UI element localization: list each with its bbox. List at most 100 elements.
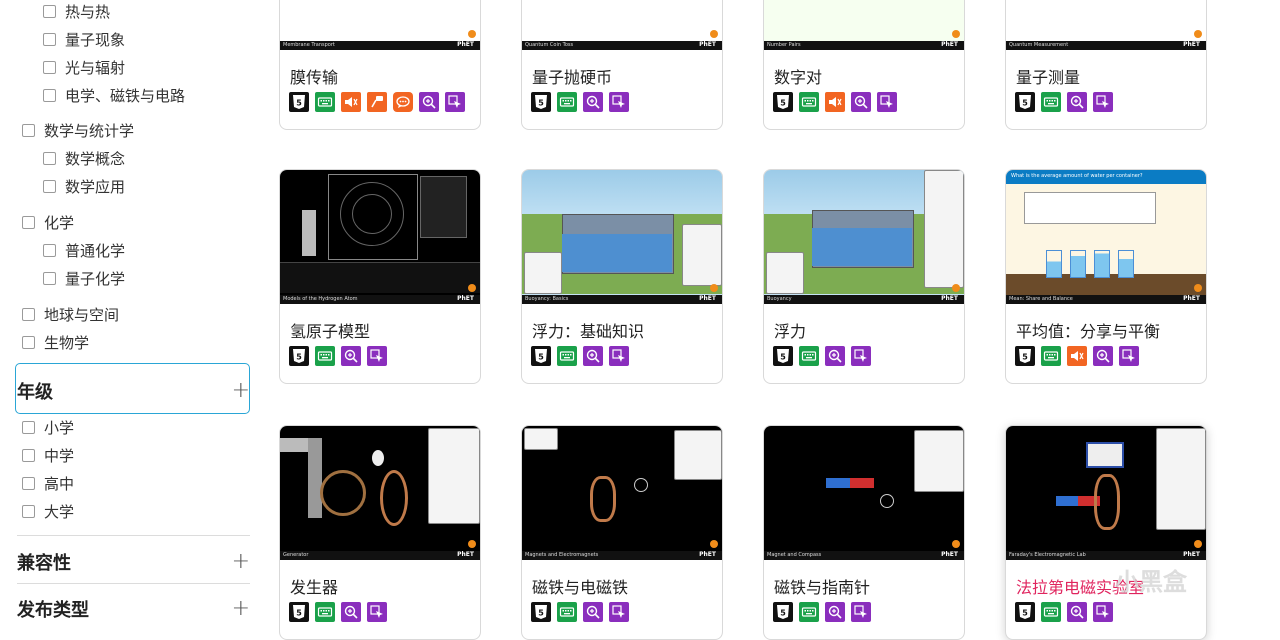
simulation-card[interactable]: Buoyancy PhET 浮力 5 xyxy=(763,169,965,384)
keyboard-icon xyxy=(557,346,577,366)
filter-grade-university[interactable]: 大学 xyxy=(22,500,74,522)
checkbox[interactable] xyxy=(22,335,35,349)
simulation-card[interactable]: Number Pairs PhET 数字对 5 xyxy=(763,0,965,130)
checkbox[interactable] xyxy=(43,243,56,257)
checkbox[interactable] xyxy=(22,504,35,518)
svg-text:5: 5 xyxy=(780,99,786,108)
filter-math-concepts[interactable]: 数学概念 xyxy=(43,147,125,169)
simulation-thumbnail[interactable]: Quantum Coin Toss PhET xyxy=(522,0,722,50)
card-title[interactable]: 氢原子模型 xyxy=(290,318,370,342)
html5-icon: 5 xyxy=(289,92,309,112)
grade-toggle[interactable]: 年级 + xyxy=(17,378,250,404)
checkbox[interactable] xyxy=(43,151,56,165)
checkbox[interactable] xyxy=(43,179,56,193)
checkbox[interactable] xyxy=(22,123,35,137)
play-icon xyxy=(952,30,960,38)
phet-logo: PhET xyxy=(457,551,474,558)
simulation-thumbnail[interactable]: What is the average amount of water per … xyxy=(1006,170,1206,304)
card-title[interactable]: 磁铁与指南针 xyxy=(774,574,870,598)
keyboard-icon xyxy=(799,92,819,112)
simulation-thumbnail[interactable]: Buoyancy PhET xyxy=(764,170,964,304)
html5-icon: 5 xyxy=(531,602,551,622)
plus-icon[interactable]: + xyxy=(232,598,250,620)
simulation-thumbnail[interactable]: Number Pairs PhET xyxy=(764,0,964,50)
filter-general-chemistry[interactable]: 普通化学 xyxy=(43,239,125,261)
sim-navbar: Faraday's Electromagnetic Lab PhET xyxy=(1006,551,1206,560)
simulation-card[interactable]: Quantum Coin Toss PhET 量子抛硬币 5 xyxy=(521,0,723,130)
simulation-card[interactable]: Quantum Measurement PhET 量子测量 5 xyxy=(1005,0,1207,130)
simulation-card[interactable]: Magnet and Compass PhET 磁铁与指南针 5 xyxy=(763,425,965,640)
sim-name: Magnets and Electromagnets xyxy=(525,552,599,558)
card-title[interactable]: 浮力：基础知识 xyxy=(532,318,644,342)
checkbox[interactable] xyxy=(22,448,35,462)
simulation-thumbnail[interactable]: Buoyancy: Basics PhET xyxy=(522,170,722,304)
simulation-card[interactable]: Magnets and Electromagnets PhET 磁铁与电磁铁 5 xyxy=(521,425,723,640)
filter-grade-middle[interactable]: 中学 xyxy=(22,444,74,466)
simulation-card[interactable]: Generator PhET 发生器 5 xyxy=(279,425,481,640)
simulation-thumbnail[interactable]: Magnets and Electromagnets PhET xyxy=(522,426,722,560)
filter-biology[interactable]: 生物学 xyxy=(22,331,89,353)
filter-earth-space[interactable]: 地球与空间 xyxy=(22,303,119,325)
filter-electricity[interactable]: 电学、磁铁与电路 xyxy=(43,84,185,106)
simulation-thumbnail[interactable]: Membrane Transport PhET xyxy=(280,0,480,50)
simulation-card[interactable]: Buoyancy: Basics PhET 浮力：基础知识 5 xyxy=(521,169,723,384)
checkbox[interactable] xyxy=(43,32,56,46)
simulation-card[interactable]: Faraday's Electromagnetic Lab PhET 法拉第电磁… xyxy=(1005,425,1207,640)
zoom-icon xyxy=(583,602,603,622)
simulation-thumbnail[interactable]: Magnet and Compass PhET xyxy=(764,426,964,560)
keyboard-icon xyxy=(557,602,577,622)
phet-logo: PhET xyxy=(699,41,716,48)
card-title[interactable]: 磁铁与电磁铁 xyxy=(532,574,628,598)
simulation-thumbnail[interactable]: Generator PhET xyxy=(280,426,480,560)
zoom-icon xyxy=(341,602,361,622)
compatibility-toggle[interactable]: 兼容性 + xyxy=(17,549,250,575)
phet-logo: PhET xyxy=(457,295,474,302)
release-type-toggle[interactable]: 发布类型 + xyxy=(17,596,250,622)
sim-navbar: Mean: Share and Balance PhET xyxy=(1006,295,1206,304)
simulation-thumbnail[interactable]: Models of the Hydrogen Atom PhET xyxy=(280,170,480,304)
checkbox[interactable] xyxy=(43,60,56,74)
checkbox[interactable] xyxy=(22,215,35,229)
filter-math-applications[interactable]: 数学应用 xyxy=(43,175,125,197)
simulation-card[interactable]: Membrane Transport PhET 膜传输 5 xyxy=(279,0,481,130)
sim-name: Magnet and Compass xyxy=(767,552,822,558)
phet-logo: PhET xyxy=(1183,551,1200,558)
filter-quantum-phenomena[interactable]: 量子现象 xyxy=(43,28,125,50)
card-title[interactable]: 数字对 xyxy=(774,64,822,88)
checkbox[interactable] xyxy=(22,307,35,321)
sim-navbar: Buoyancy: Basics PhET xyxy=(522,295,722,304)
filter-chemistry[interactable]: 化学 xyxy=(22,211,74,233)
plus-icon[interactable]: + xyxy=(232,551,250,573)
filter-grade-high[interactable]: 高中 xyxy=(22,472,74,494)
card-title[interactable]: 膜传输 xyxy=(290,64,338,88)
card-title[interactable]: 量子抛硬币 xyxy=(532,64,612,88)
card-title[interactable]: 浮力 xyxy=(774,318,806,342)
simulation-card[interactable]: What is the average amount of water per … xyxy=(1005,169,1207,384)
checkbox[interactable] xyxy=(22,420,35,434)
card-title[interactable]: 发生器 xyxy=(290,574,338,598)
simulation-thumbnail[interactable]: Faraday's Electromagnetic Lab PhET xyxy=(1006,426,1206,560)
filter-light-radiation[interactable]: 光与辐射 xyxy=(43,56,125,78)
sim-navbar: Quantum Coin Toss PhET xyxy=(522,41,722,50)
release-type-title: 发布类型 xyxy=(17,600,89,621)
checkbox[interactable] xyxy=(43,88,56,102)
filter-quantum-chemistry[interactable]: 量子化学 xyxy=(43,267,125,289)
checkbox[interactable] xyxy=(43,4,56,18)
sim-name: Quantum Coin Toss xyxy=(525,42,574,48)
checkbox[interactable] xyxy=(43,271,56,285)
html5-icon: 5 xyxy=(773,92,793,112)
card-title[interactable]: 平均值：分享与平衡 xyxy=(1016,318,1160,342)
plus-icon[interactable]: + xyxy=(232,380,250,402)
filter-grade-elementary[interactable]: 小学 xyxy=(22,416,74,438)
svg-text:5: 5 xyxy=(780,353,786,362)
filter-math[interactable]: 数学与统计学 xyxy=(22,119,134,141)
filter-heat[interactable]: 热与热 xyxy=(43,0,110,22)
simulation-card[interactable]: Models of the Hydrogen Atom PhET 氢原子模型 5 xyxy=(279,169,481,384)
filter-label: 数学与统计学 xyxy=(44,121,135,140)
feature-icons: 5 xyxy=(531,92,629,112)
phet-logo: PhET xyxy=(941,41,958,48)
card-title[interactable]: 量子测量 xyxy=(1016,64,1080,88)
simulation-thumbnail[interactable]: Quantum Measurement PhET xyxy=(1006,0,1206,50)
checkbox[interactable] xyxy=(22,476,35,490)
pointer-icon xyxy=(445,92,465,112)
